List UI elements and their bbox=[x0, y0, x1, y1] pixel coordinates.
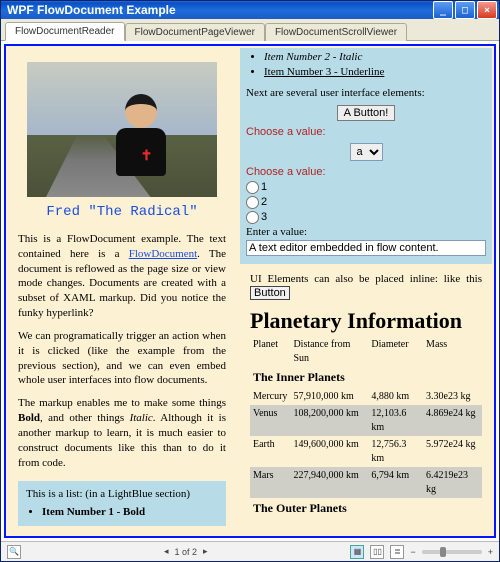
maximize-button[interactable]: □ bbox=[455, 1, 475, 19]
value-combobox[interactable]: a bbox=[350, 143, 383, 161]
list-intro: This is a list: (in a LightBlue section) bbox=[26, 488, 190, 500]
choose-value-label-2: Choose a value: bbox=[246, 165, 486, 180]
col-distance: Distance from Sun bbox=[290, 336, 368, 367]
inline-ui-paragraph: UI Elements can also be placed inline: l… bbox=[250, 272, 482, 302]
lightblue-section: This is a list: (in a LightBlue section)… bbox=[18, 481, 226, 527]
list-item: Item Number 1 - Bold bbox=[42, 505, 218, 520]
planet-table: Planet Distance from Sun Diameter Mass T… bbox=[250, 336, 482, 518]
paragraph-3: The markup enables me to make some thing… bbox=[18, 396, 226, 470]
view-twopage-icon[interactable]: ▯▯ bbox=[370, 545, 384, 559]
page-indicator: 1 of 2 bbox=[174, 547, 197, 557]
tab-flowdocumentscrollviewer[interactable]: FlowDocumentScrollViewer bbox=[265, 23, 407, 41]
ui-intro: Next are several user interface elements… bbox=[246, 86, 486, 101]
column-left: ✝ Fred "The Radical" This is a FlowDocum… bbox=[6, 46, 238, 536]
window-title: WPF FlowDocument Example bbox=[7, 3, 433, 17]
prev-page-icon[interactable]: ◂ bbox=[164, 546, 169, 557]
zoom-slider[interactable] bbox=[422, 550, 482, 554]
a-button[interactable]: A Button! bbox=[337, 105, 396, 121]
tab-flowdocumentreader[interactable]: FlowDocumentReader bbox=[5, 22, 125, 41]
table-row: Earth149,600,000 km12,756.3 km5.972e24 k… bbox=[250, 436, 482, 467]
tab-flowdocumentpageviewer[interactable]: FlowDocumentPageViewer bbox=[125, 23, 265, 41]
client-area: ✝ Fred "The Radical" This is a FlowDocum… bbox=[1, 40, 499, 561]
choose-value-label-1: Choose a value: bbox=[246, 125, 486, 140]
paragraph-1: This is a FlowDocument example. The text… bbox=[18, 232, 226, 321]
column-right: Item Number 2 - Italic Item Number 3 - U… bbox=[238, 46, 494, 536]
inline-button[interactable]: Button bbox=[250, 286, 290, 300]
flowdocument-hyperlink[interactable]: FlowDocument bbox=[129, 248, 197, 260]
table-row: Mercury57,910,000 km4,880 km3.30e23 kg bbox=[250, 388, 482, 406]
col-planet: Planet bbox=[250, 336, 290, 367]
zoom-out-icon[interactable]: − bbox=[410, 547, 415, 557]
text-editor-input[interactable] bbox=[246, 240, 486, 256]
zoom-in-icon[interactable]: + bbox=[488, 547, 493, 557]
view-page-icon[interactable]: ▦ bbox=[350, 545, 364, 559]
table-row: Venus108,200,000 km12,103.6 km4.869e24 k… bbox=[250, 405, 482, 436]
image-caption: Fred "The Radical" bbox=[18, 203, 226, 222]
next-page-icon[interactable]: ▸ bbox=[203, 546, 208, 557]
window-buttons: _ □ × bbox=[433, 1, 497, 19]
app-window: WPF FlowDocument Example _ □ × FlowDocum… bbox=[0, 0, 500, 562]
lightblue-section-continued: Item Number 2 - Italic Item Number 3 - U… bbox=[240, 48, 492, 264]
paragraph-2: We can programatically trigger an action… bbox=[18, 329, 226, 388]
titlebar[interactable]: WPF FlowDocument Example _ □ × bbox=[1, 1, 499, 19]
list-item: Item Number 3 - Underline bbox=[264, 65, 486, 80]
flowdocument-frame: ✝ Fred "The Radical" This is a FlowDocum… bbox=[4, 44, 496, 538]
close-button[interactable]: × bbox=[477, 1, 497, 19]
radio-1[interactable] bbox=[246, 181, 259, 194]
view-scroll-icon[interactable]: ≣ bbox=[390, 545, 404, 559]
outer-planets-header: The Outer Planets bbox=[250, 498, 482, 518]
radio-3[interactable] bbox=[246, 211, 259, 224]
reader-toolbar: 🔍 ◂ 1 of 2 ▸ ▦ ▯▯ ≣ − + bbox=[1, 541, 499, 561]
tab-strip: FlowDocumentReader FlowDocumentPageViewe… bbox=[1, 19, 499, 40]
col-mass: Mass bbox=[423, 336, 482, 367]
search-icon[interactable]: 🔍 bbox=[7, 545, 21, 559]
list-item: Item Number 2 - Italic bbox=[264, 50, 486, 65]
inner-planets-header: The Inner Planets bbox=[250, 367, 482, 387]
col-diameter: Diameter bbox=[368, 336, 423, 367]
profile-image: ✝ bbox=[27, 62, 217, 197]
enter-value-label: Enter a value: bbox=[246, 225, 486, 240]
table-row: Mars227,940,000 km6,794 km6.4219e23 kg bbox=[250, 467, 482, 498]
planetary-heading: Planetary Information bbox=[250, 309, 482, 332]
minimize-button[interactable]: _ bbox=[433, 1, 453, 19]
radio-2[interactable] bbox=[246, 196, 259, 209]
